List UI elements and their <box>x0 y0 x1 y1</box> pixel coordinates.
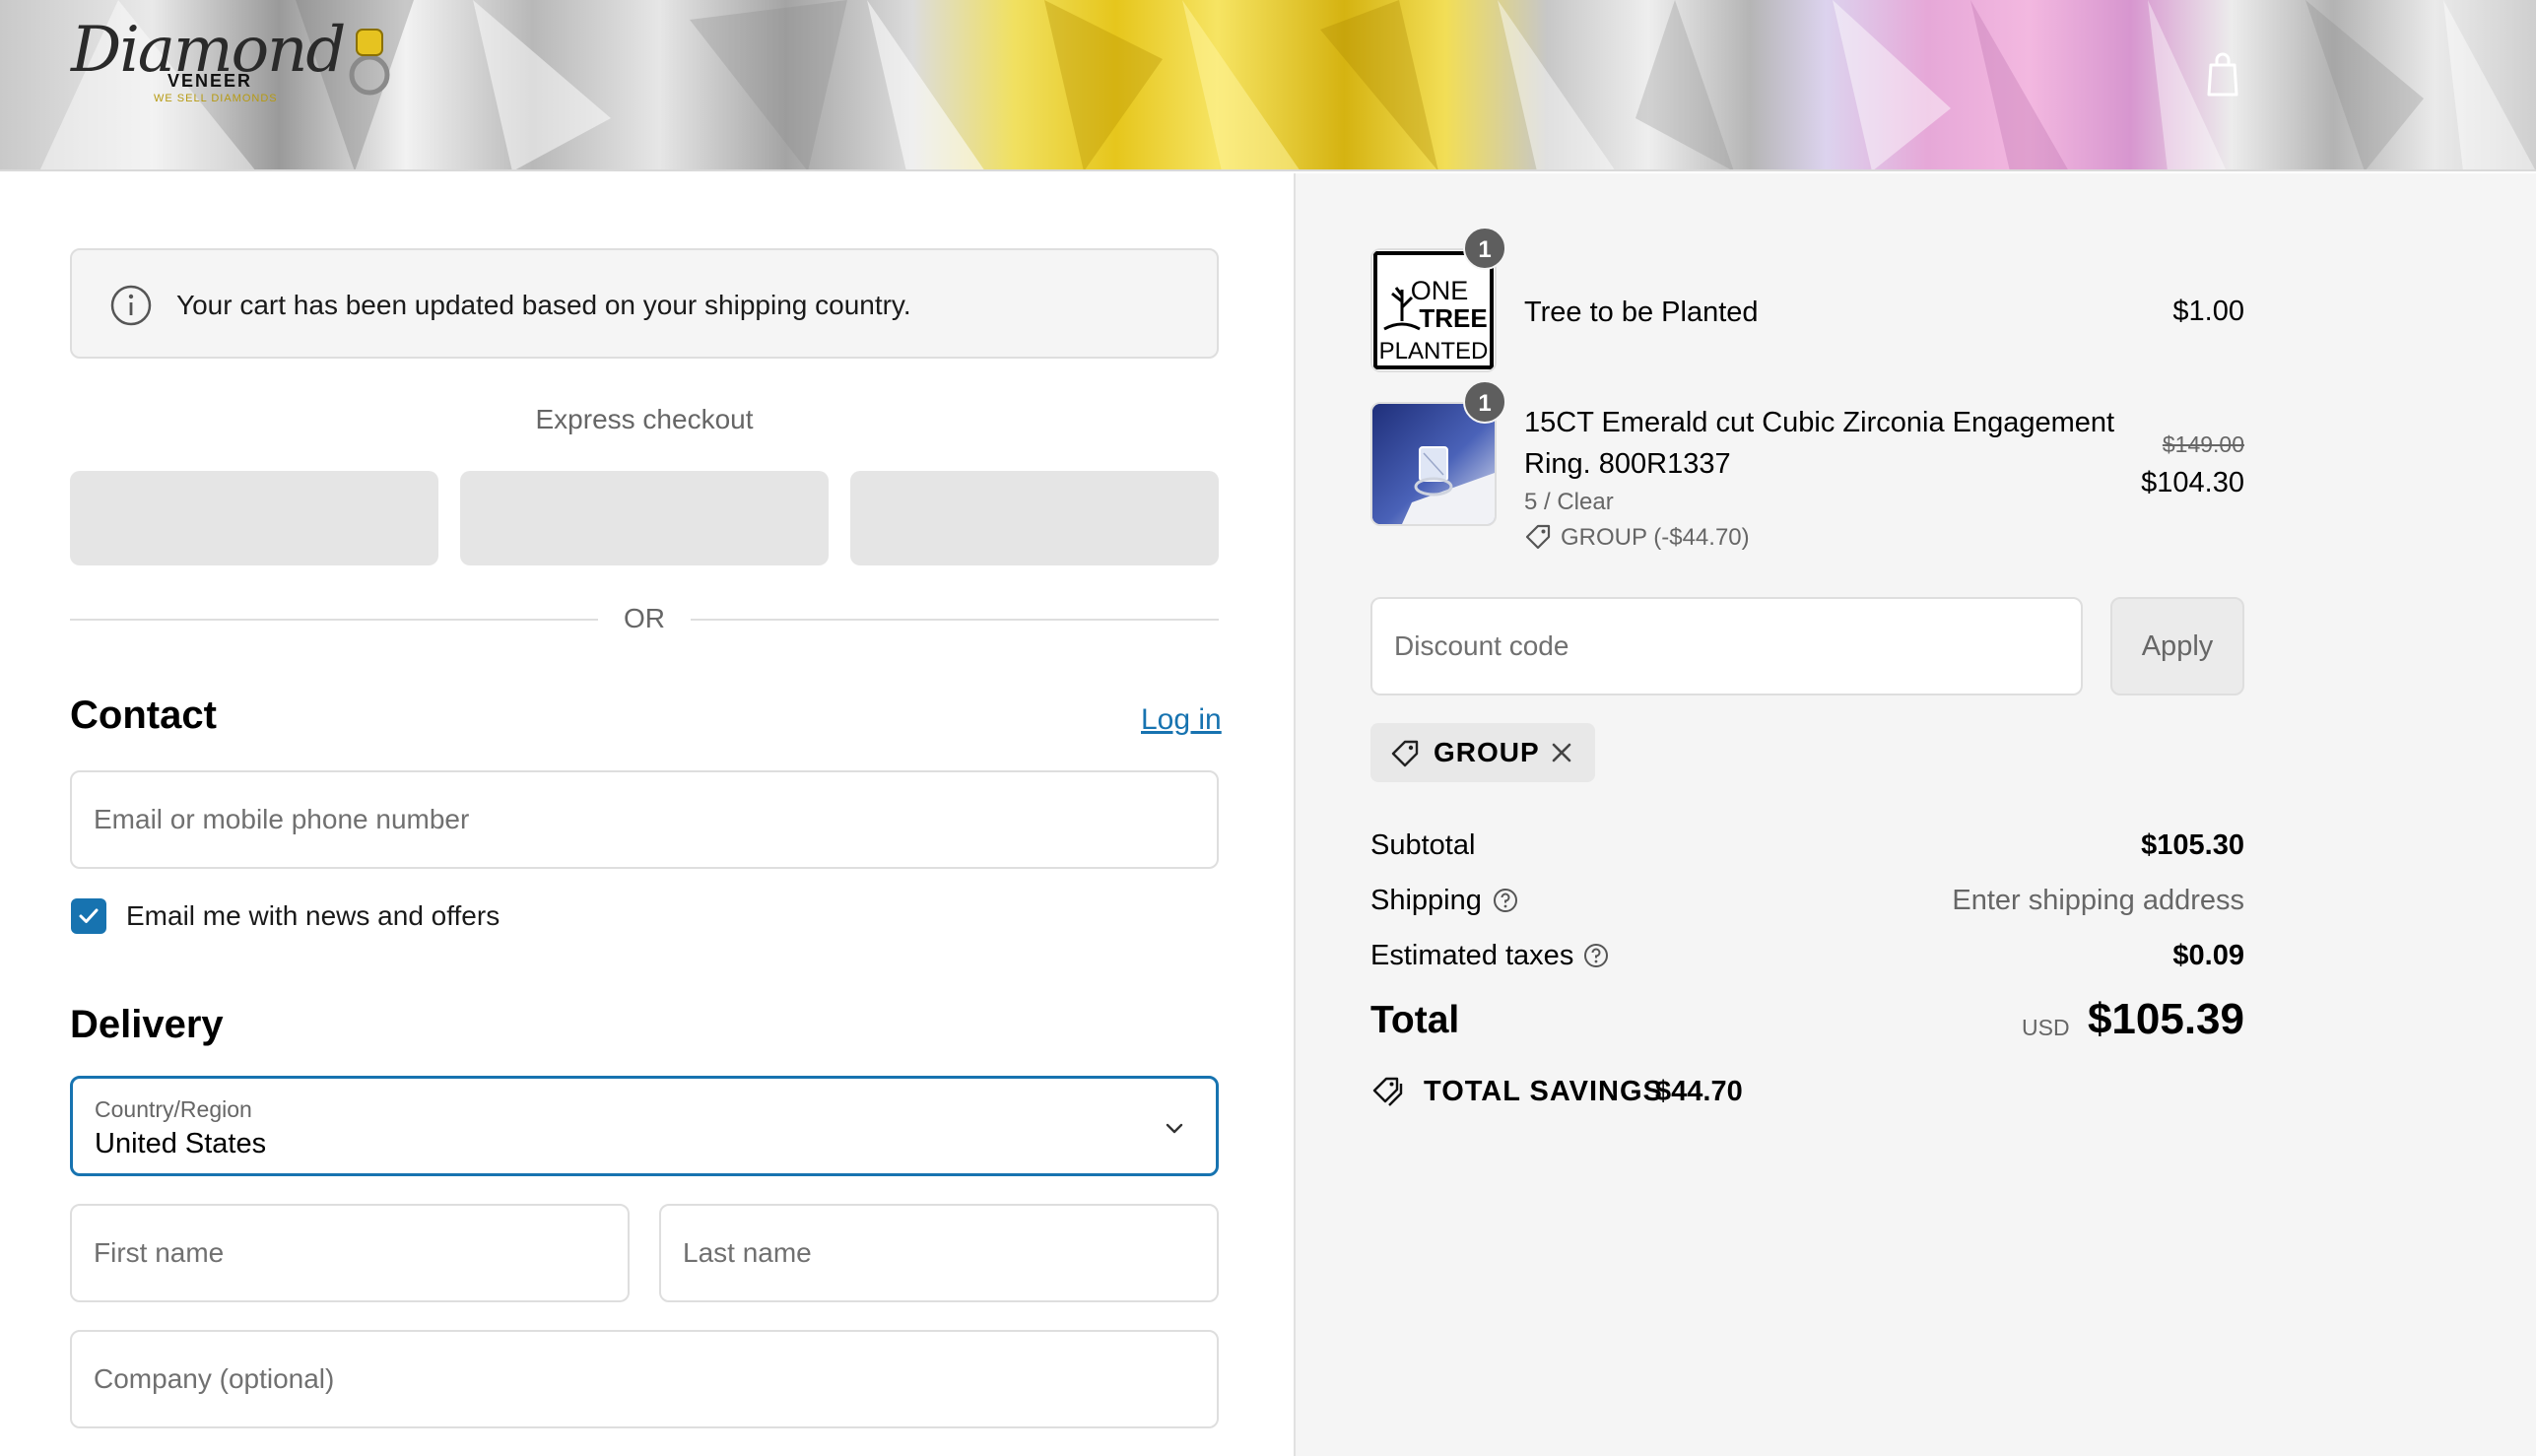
total-value: $105.39 <box>2087 995 2244 1043</box>
login-link[interactable]: Log in <box>1141 703 1222 737</box>
taxes-value: $0.09 <box>2172 940 2244 971</box>
cart-updated-notice: Your cart has been updated based on your… <box>70 248 1219 359</box>
savings-tags-icon <box>1372 1077 1403 1106</box>
discount-code-input[interactable] <box>1372 599 2081 694</box>
apply-discount-button[interactable]: Apply <box>2110 597 2244 695</box>
express-checkout-label: Express checkout <box>535 404 754 434</box>
email-input[interactable] <box>72 772 1217 867</box>
applied-discount-code: GROUP <box>1434 737 1540 767</box>
thumb-text-tree: TREE <box>1419 303 1487 333</box>
info-icon <box>110 285 152 326</box>
country-select[interactable]: Country/Region United States <box>70 1076 1219 1176</box>
item-price-tree: $1.00 <box>2172 296 2244 327</box>
discount-code-field[interactable] <box>1370 597 2083 695</box>
item-variant: 5 / Clear <box>1524 489 1614 515</box>
discount-tag-icon <box>1391 740 1419 767</box>
shopping-bag-icon[interactable] <box>2203 49 2242 99</box>
total-currency: USD <box>2022 1015 2070 1040</box>
total-savings-value: $44.70 <box>1655 1076 1743 1107</box>
company-input[interactable] <box>72 1332 1217 1426</box>
shipping-value: Enter shipping address <box>1952 885 2244 916</box>
question-help-icon[interactable] <box>1582 942 1610 969</box>
store-logo[interactable]: Diamond VENEER WE SELL DIAMONDS <box>71 14 406 112</box>
question-help-icon[interactable] <box>1492 887 1519 914</box>
chevron-down-icon <box>1166 1123 1183 1134</box>
header-banner: Diamond VENEER WE SELL DIAMONDS <box>0 0 2536 171</box>
item-original-price: $149.00 <box>2162 431 2244 457</box>
item-name-ring-line1: 15CT Emerald cut Cubic Zirconia Engageme… <box>1524 407 2115 438</box>
last-name-input[interactable] <box>661 1206 1217 1300</box>
thumb-text-planted: PLANTED <box>1379 338 1489 364</box>
applied-discount-chip: GROUP <box>1370 723 1595 782</box>
last-name-field[interactable] <box>659 1204 1219 1302</box>
quantity-badge: 1 <box>1463 227 1506 270</box>
item-price-ring: $104.30 <box>2141 467 2244 498</box>
newsletter-label: Email me with news and offers <box>126 900 501 931</box>
or-separator: OR <box>70 603 1219 636</box>
quantity-badge: 1 <box>1463 380 1506 424</box>
first-name-input[interactable] <box>72 1206 628 1300</box>
shipping-label: Shipping <box>1370 885 1482 916</box>
country-select-label: Country/Region <box>95 1096 252 1122</box>
first-name-field[interactable] <box>70 1204 630 1302</box>
item-name-tree: Tree to be Planted <box>1524 297 1759 328</box>
logo-tagline: WE SELL DIAMONDS <box>154 93 278 104</box>
country-select-value: United States <box>95 1128 267 1159</box>
notice-text: Your cart has been updated based on your… <box>176 290 911 320</box>
ring-logo-icon <box>349 29 390 96</box>
logo-word: VENEER <box>167 71 253 91</box>
total-label: Total <box>1370 999 1460 1041</box>
express-pay-button-1[interactable] <box>70 471 438 565</box>
remove-discount-close-icon[interactable] <box>1548 739 1575 766</box>
discount-tag-icon <box>1525 524 1551 550</box>
or-line-right <box>691 619 1219 621</box>
delivery-title: Delivery <box>70 1003 224 1046</box>
subtotal-label: Subtotal <box>1370 829 1476 861</box>
total-savings-label: TOTAL SAVINGS <box>1424 1076 1663 1107</box>
thumb-text-one: ONE <box>1411 276 1469 305</box>
item-discount: GROUP (-$44.70) <box>1561 524 1750 551</box>
email-field[interactable] <box>70 770 1219 869</box>
express-pay-button-3[interactable] <box>850 471 1219 565</box>
subtotal-value: $105.30 <box>2141 829 2244 861</box>
contact-title: Contact <box>70 694 217 737</box>
item-name-ring-line2: Ring. 800R1337 <box>1524 448 1731 480</box>
taxes-label: Estimated taxes <box>1370 940 1574 971</box>
company-field[interactable] <box>70 1330 1219 1428</box>
express-pay-button-2[interactable] <box>460 471 829 565</box>
newsletter-checkbox[interactable] <box>71 898 106 934</box>
checkmark-icon <box>79 908 99 923</box>
